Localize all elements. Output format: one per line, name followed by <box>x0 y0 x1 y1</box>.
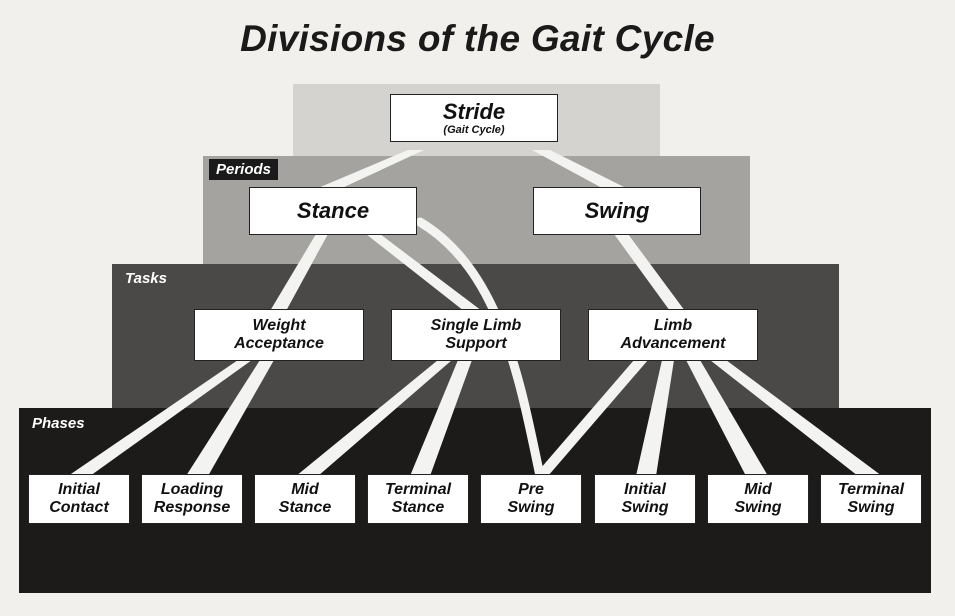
phase-initial-swing-box: Initial Swing <box>594 474 696 524</box>
task-limb-advancement-box: Limb Advancement <box>588 309 758 361</box>
phase-terminal-swing-box: Terminal Swing <box>820 474 922 524</box>
task-weight-acceptance-line1: Weight <box>252 317 306 335</box>
phase-loading-response-box: Loading Response <box>141 474 243 524</box>
stride-label: Stride <box>442 98 506 124</box>
phase-initial-contact-box: Initial Contact <box>28 474 130 524</box>
phase-mid-swing-box: Mid Swing <box>707 474 809 524</box>
phase-mid-stance-line2: Stance <box>278 499 332 516</box>
connector-stance-weight-acceptance <box>270 234 328 311</box>
connector-la-mid-swing <box>686 360 768 476</box>
period-swing-label: Swing <box>584 197 650 223</box>
phase-terminal-swing-line1: Terminal <box>837 481 905 499</box>
phase-terminal-stance-line1: Terminal <box>384 481 452 499</box>
phase-initial-swing-line1: Initial <box>624 481 666 499</box>
phase-pre-swing-line2: Swing <box>507 499 555 516</box>
phase-terminal-stance-line2: Stance <box>391 499 445 516</box>
connector-swing-limb-advancement <box>614 234 685 311</box>
stride-box: Stride (Gait Cycle) <box>390 94 558 142</box>
connector-stride-swing <box>532 150 626 188</box>
phase-mid-stance-box: Mid Stance <box>254 474 356 524</box>
task-single-limb-support-line1: Single Limb <box>430 317 522 335</box>
phase-pre-swing-box: Pre Swing <box>480 474 582 524</box>
period-stance-box: Stance <box>249 187 417 235</box>
phase-loading-response-line1: Loading <box>160 481 224 499</box>
task-limb-advancement-line2: Advancement <box>620 335 726 352</box>
connector-stride-stance <box>318 150 424 188</box>
phase-initial-contact-line2: Contact <box>49 499 109 516</box>
phase-loading-response-line2: Response <box>153 499 231 516</box>
phase-mid-stance-line1: Mid <box>291 481 319 499</box>
phase-pre-swing-line1: Pre <box>518 481 544 499</box>
task-single-limb-support-line2: Support <box>445 335 507 352</box>
connector-la-terminal-swing <box>710 360 882 476</box>
connector-stance-single-limb-support <box>366 234 482 311</box>
phase-terminal-stance-box: Terminal Stance <box>367 474 469 524</box>
phase-initial-swing-line2: Swing <box>621 499 669 516</box>
period-swing-box: Swing <box>533 187 701 235</box>
task-limb-advancement-line1: Limb <box>653 317 693 335</box>
connector-la-initial-swing <box>636 360 674 476</box>
stride-sublabel: (Gait Cycle) <box>443 124 505 137</box>
period-stance-label: Stance <box>296 197 370 223</box>
phase-mid-swing-line1: Mid <box>744 481 772 499</box>
phase-terminal-swing-line2: Swing <box>847 499 895 516</box>
task-weight-acceptance-box: Weight Acceptance <box>194 309 364 361</box>
phase-initial-contact-line1: Initial <box>58 481 100 499</box>
task-weight-acceptance-line2: Acceptance <box>234 335 324 352</box>
phase-mid-swing-line2: Swing <box>734 499 782 516</box>
connector-wa-loading-response <box>186 360 274 476</box>
connector-la-pre-swing <box>534 360 648 476</box>
task-single-limb-support-box: Single Limb Support <box>391 309 561 361</box>
